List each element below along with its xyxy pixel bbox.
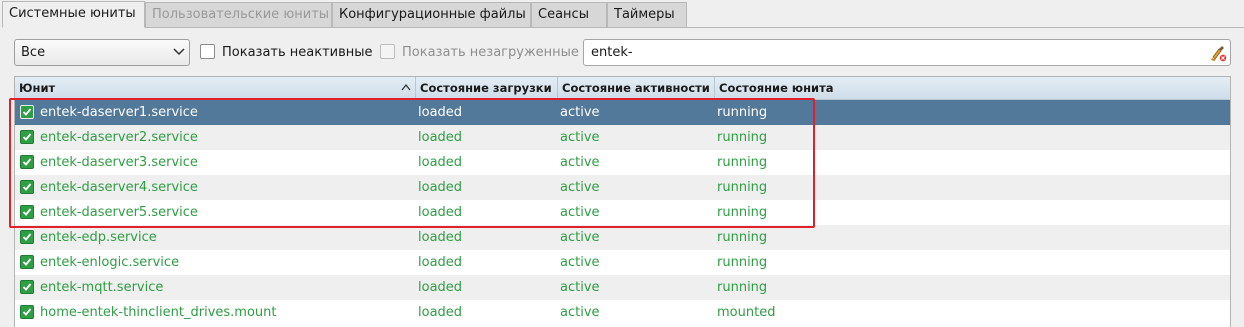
- cell-unit-state: running: [717, 130, 768, 145]
- cell-active-state: active: [560, 155, 600, 170]
- tab-config-files[interactable]: Конфигурационные файлы: [332, 2, 531, 28]
- search-input-value: entek-: [591, 45, 633, 60]
- cell-load-state: loaded: [418, 305, 463, 320]
- unit-enabled-check-icon: [20, 130, 34, 144]
- unit-enabled-check-icon: [20, 155, 34, 169]
- tab-system-units[interactable]: Системные юниты: [2, 1, 145, 28]
- cell-unit: entek-daserver2.service: [40, 130, 198, 145]
- cell-active-state: active: [560, 105, 600, 120]
- table-row[interactable]: entek-mqtt.service loaded active running: [15, 275, 1230, 300]
- unit-enabled-check-icon: [20, 255, 34, 269]
- table-row[interactable]: entek-daserver2.service loaded active runni…: [15, 125, 1230, 150]
- cell-load-state: loaded: [418, 205, 463, 220]
- show-unloaded-label: Показать незагруженные: [402, 45, 579, 60]
- cell-unit-state: running: [717, 105, 768, 120]
- sort-ascending-icon: [401, 83, 411, 91]
- table-row[interactable]: home-entek-thinclient_drives.mount loaded…: [15, 300, 1230, 325]
- show-unloaded-checkbox[interactable]: [380, 44, 395, 59]
- cell-active-state: active: [560, 180, 600, 195]
- table-row[interactable]: entek-daserver4.service loaded active runni…: [15, 175, 1230, 200]
- column-header-active-state[interactable]: Состояние активности: [558, 77, 715, 99]
- cell-unit-state: running: [717, 180, 768, 195]
- clear-icon[interactable]: [1209, 44, 1227, 62]
- cell-load-state: loaded: [418, 130, 463, 145]
- tab-sessions[interactable]: Сеансы: [531, 2, 607, 28]
- tab-bar-divider: [687, 27, 1244, 28]
- cell-load-state: loaded: [418, 155, 463, 170]
- cell-load-state: loaded: [418, 280, 463, 295]
- unit-enabled-check-icon: [20, 180, 34, 194]
- column-header-unit[interactable]: Юнит: [15, 77, 416, 99]
- cell-load-state: loaded: [418, 105, 463, 120]
- cell-load-state: loaded: [418, 230, 463, 245]
- unit-type-combo-value: Все: [21, 45, 46, 60]
- cell-unit: entek-daserver5.service: [40, 205, 198, 220]
- cell-unit: entek-daserver4.service: [40, 180, 198, 195]
- cell-unit: home-entek-thinclient_drives.mount: [40, 305, 277, 320]
- cell-unit-state: running: [717, 230, 768, 245]
- search-input[interactable]: entek-: [583, 39, 1231, 66]
- cell-active-state: active: [560, 305, 600, 320]
- cell-unit: entek-daserver3.service: [40, 155, 198, 170]
- tab-bar: Системные юниты Пользовательские юниты К…: [0, 0, 1244, 28]
- chevron-down-icon: [173, 48, 185, 56]
- cell-active-state: active: [560, 255, 600, 270]
- cell-active-state: active: [560, 205, 600, 220]
- unit-enabled-check-icon: [20, 205, 34, 219]
- units-table[interactable]: Юнит Состояние загрузки Состояние активн…: [14, 76, 1231, 327]
- cell-unit-state: running: [717, 205, 768, 220]
- table-row[interactable]: entek-enlogic.service loaded active running: [15, 250, 1230, 275]
- cell-unit-state: mounted: [717, 305, 776, 320]
- tab-timers[interactable]: Таймеры: [607, 2, 687, 28]
- cell-active-state: active: [560, 280, 600, 295]
- unit-enabled-check-icon: [20, 230, 34, 244]
- table-header: Юнит Состояние загрузки Состояние активн…: [15, 77, 1230, 100]
- unit-enabled-check-icon: [20, 280, 34, 294]
- column-header-load-state[interactable]: Состояние загрузки: [416, 77, 558, 99]
- table-row[interactable]: entek-daserver5.service loaded active runni…: [15, 200, 1230, 225]
- cell-unit: entek-mqtt.service: [40, 280, 164, 295]
- cell-unit-state: running: [717, 155, 768, 170]
- cell-active-state: active: [560, 130, 600, 145]
- show-inactive-label: Показать неактивные: [222, 45, 373, 60]
- cell-unit-state: running: [717, 255, 768, 270]
- show-inactive-checkbox[interactable]: [200, 44, 215, 59]
- cell-unit: entek-edp.service: [40, 230, 157, 245]
- unit-enabled-check-icon: [20, 305, 34, 319]
- table-row[interactable]: entek-daserver1.service loaded active runni…: [15, 100, 1230, 125]
- unit-enabled-check-icon: [20, 105, 34, 119]
- table-row[interactable]: entek-daserver3.service loaded active runni…: [15, 150, 1230, 175]
- cell-active-state: active: [560, 230, 600, 245]
- tab-user-units[interactable]: Пользовательские юниты: [145, 2, 332, 28]
- cell-load-state: loaded: [418, 180, 463, 195]
- column-header-unit-state[interactable]: Состояние юнита: [715, 77, 1230, 99]
- cell-load-state: loaded: [418, 255, 463, 270]
- cell-unit: entek-enlogic.service: [40, 255, 180, 270]
- table-row[interactable]: entek-edp.service loaded active running: [15, 225, 1230, 250]
- unit-type-combo[interactable]: Все: [14, 39, 190, 66]
- cell-unit: entek-daserver1.service: [40, 105, 198, 120]
- cell-unit-state: running: [717, 280, 768, 295]
- column-header-unit-label: Юнит: [19, 81, 56, 95]
